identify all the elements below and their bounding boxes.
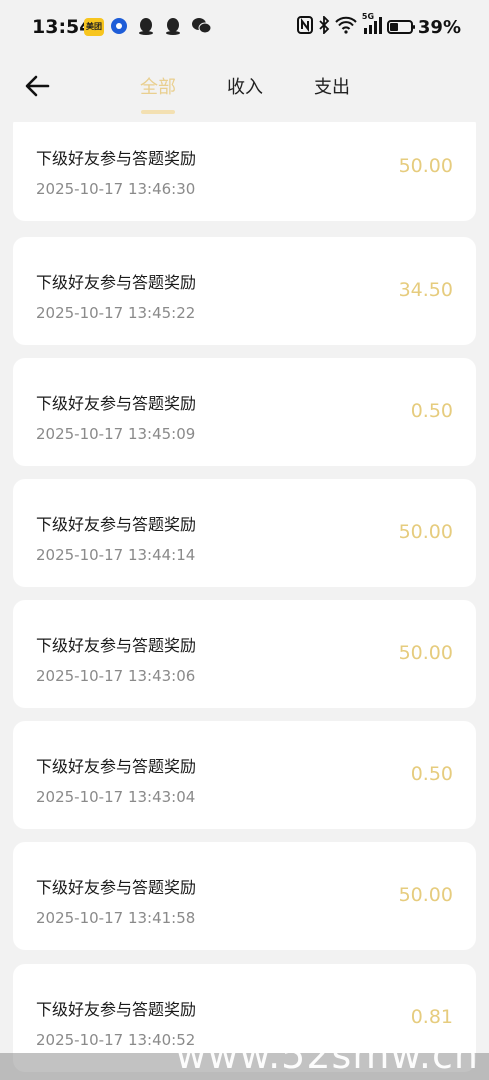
wifi-icon: [335, 16, 357, 38]
notification-icons: [110, 17, 215, 39]
record-time: 2025-10-17 13:44:14: [36, 546, 196, 564]
record-time: 2025-10-17 13:41:58: [36, 909, 196, 927]
record-amount: 50.00: [398, 155, 453, 177]
record-time: 2025-10-17 13:43:04: [36, 788, 196, 806]
signal-icon: 5G: [362, 12, 382, 38]
battery-icon: [386, 20, 415, 34]
record-amount: 50.00: [398, 642, 453, 664]
record-time: 2025-10-17 13:46:30: [36, 180, 196, 198]
list-item[interactable]: 下级好友参与答题奖励 2025-10-17 13:44:14 50.00: [13, 479, 476, 587]
record-title: 下级好友参与答题奖励: [36, 394, 197, 413]
bluetooth-icon: [318, 14, 330, 38]
watermark-text: www.52smw.cn: [175, 1033, 479, 1077]
record-time: 2025-10-17 13:43:06: [36, 667, 196, 685]
record-time: 2025-10-17 13:45:22: [36, 304, 196, 322]
status-bar: 13:54 美团 5G 39%: [0, 0, 489, 56]
list-item[interactable]: 下级好友参与答题奖励 2025-10-17 13:43:04 0.50: [13, 721, 476, 829]
record-title: 下级好友参与答题奖励: [36, 757, 197, 776]
battery-percent: 39%: [417, 16, 461, 38]
record-time: 2025-10-17 13:45:09: [36, 425, 196, 443]
active-tab-indicator: [141, 110, 175, 114]
record-title: 下级好友参与答题奖励: [36, 878, 197, 897]
record-amount: 0.50: [410, 400, 453, 422]
record-title: 下级好友参与答题奖励: [36, 273, 197, 292]
tab-income[interactable]: 收入: [227, 73, 263, 99]
list-item[interactable]: 下级好友参与答题奖励 2025-10-17 13:45:09 0.50: [13, 358, 476, 466]
tab-all[interactable]: 全部: [140, 73, 176, 99]
record-amount: 0.81: [410, 1006, 453, 1028]
tab-expense[interactable]: 支出: [314, 73, 350, 99]
transaction-list[interactable]: 下级好友参与答题奖励 2025-10-17 13:46:30 50.00 下级好…: [0, 122, 489, 1080]
back-arrow-icon[interactable]: [22, 70, 54, 102]
record-title: 下级好友参与答题奖励: [36, 1000, 197, 1019]
watermark-bar: www.52smw.cn: [0, 1033, 489, 1080]
list-item[interactable]: 下级好友参与答题奖励 2025-10-17 13:43:06 50.00: [13, 600, 476, 708]
list-item[interactable]: 下级好友参与答题奖励 2025-10-17 13:46:30 50.00: [13, 122, 476, 221]
top-nav: 全部 收入 支出: [0, 56, 489, 122]
record-time: 2025-10-17 13:40:52: [36, 1031, 196, 1049]
meituan-app-icon: 美团: [84, 18, 104, 36]
browser-notification-icon: [110, 17, 128, 39]
qq-icon-2: [164, 17, 182, 39]
record-title: 下级好友参与答题奖励: [36, 636, 197, 655]
wechat-icon: [191, 17, 212, 39]
list-item[interactable]: 下级好友参与答题奖励 2025-10-17 13:41:58 50.00: [13, 842, 476, 950]
record-amount: 50.00: [398, 884, 453, 906]
list-item[interactable]: 下级好友参与答题奖励 2025-10-17 13:45:22 34.50: [13, 237, 476, 345]
record-title: 下级好友参与答题奖励: [36, 515, 197, 534]
nfc-icon: [296, 16, 313, 38]
record-amount: 34.50: [398, 279, 453, 301]
record-amount: 50.00: [398, 521, 453, 543]
system-status: 5G 39%: [296, 12, 461, 38]
qq-icon: [137, 17, 155, 39]
record-title: 下级好友参与答题奖励: [36, 149, 197, 168]
record-amount: 0.50: [410, 763, 453, 785]
